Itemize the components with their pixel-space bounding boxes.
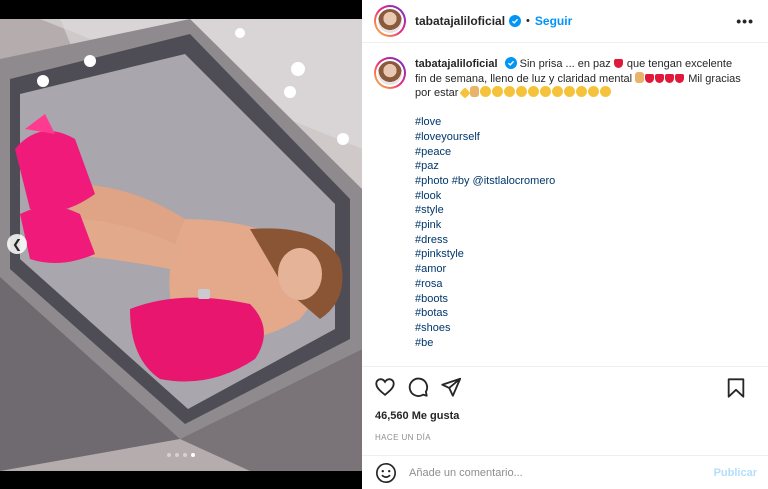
hashtag-link[interactable]: #boots: [415, 292, 745, 307]
post-timestamp: HACE UN DÍA: [375, 433, 431, 442]
verified-badge-icon: [504, 57, 517, 69]
emoji-icon: [376, 462, 396, 483]
kiss-emoji-icon: [564, 86, 576, 98]
hashtag-link[interactable]: #peace: [415, 145, 745, 160]
header-separator: •: [526, 15, 530, 27]
save-button[interactable]: [725, 377, 747, 399]
emoji-button[interactable]: [375, 462, 397, 484]
carousel-dot-active: [191, 453, 195, 457]
hashtag-link[interactable]: #be: [415, 336, 745, 351]
publish-button[interactable]: Publicar: [714, 467, 757, 479]
post-media: ❮: [0, 0, 362, 489]
hashtag-link[interactable]: #photo: [415, 175, 449, 187]
caption-row: tabatajalilоficial Sin prisa ... en paz …: [374, 57, 756, 350]
hashtag-link[interactable]: #love: [415, 115, 745, 130]
more-options-icon[interactable]: •••: [736, 13, 754, 29]
caption-text: tabatajalilоficial Sin prisa ... en paz …: [415, 57, 745, 350]
heart-icon: [375, 378, 395, 396]
heart-emoji-icon: [645, 73, 655, 83]
add-comment-bar: Publicar: [362, 455, 768, 489]
hashtag-link[interactable]: #style: [415, 203, 745, 218]
photo-credit-line: #photo #by @itstlalocromero: [415, 174, 745, 189]
hashtag-list: #love #loveyourself #peace #paz #photo #…: [415, 115, 745, 350]
hashtag-link[interactable]: #by: [452, 175, 470, 187]
post-photo[interactable]: [0, 19, 362, 471]
comment-icon: [408, 377, 429, 397]
hashtag-link[interactable]: #look: [415, 189, 745, 204]
like-button[interactable]: [374, 376, 396, 398]
heart-emoji-icon: [613, 59, 623, 68]
hashtag-link[interactable]: #shoes: [415, 321, 745, 336]
heart-emoji-icon: [665, 73, 675, 83]
hashtag-link[interactable]: #loveyourself: [415, 130, 745, 145]
bookmark-icon: [727, 378, 745, 398]
post-actions: [362, 366, 768, 407]
mention-link[interactable]: @itstlalocromero: [473, 175, 556, 187]
heart-emoji-icon: [675, 73, 685, 83]
follow-button[interactable]: Seguir: [535, 14, 572, 28]
author-avatar[interactable]: [374, 5, 406, 37]
hashtag-link[interactable]: #paz: [415, 159, 745, 174]
caption-part-1: Sin prisa ... en paz: [519, 58, 611, 70]
kiss-emoji-icon: [504, 86, 516, 98]
carousel-dot: [183, 453, 187, 457]
hashtag-link[interactable]: #pinkstyle: [415, 247, 745, 262]
kiss-emoji-icon: [600, 86, 612, 98]
hashtag-link[interactable]: #rosa: [415, 277, 745, 292]
kiss-emoji-icon: [576, 86, 588, 98]
carousel-dots: [0, 453, 362, 457]
hashtag-link[interactable]: #dress: [415, 233, 745, 248]
kiss-emoji-icon: [588, 86, 600, 98]
photo-image: [0, 19, 362, 471]
carousel-dot: [167, 453, 171, 457]
kiss-emoji-icon: [516, 86, 528, 98]
author-username[interactable]: tabatajalilоficial: [415, 14, 505, 28]
hashtag-link[interactable]: #amor: [415, 262, 745, 277]
pray-emoji-icon: [470, 86, 480, 98]
post-modal: ❮ tabatajalilоficial • Seguir ••• tabata…: [0, 0, 768, 489]
post-header: tabatajalilоficial • Seguir •••: [362, 0, 768, 43]
kiss-emoji-icon: [492, 86, 504, 98]
kiss-emoji-icon: [540, 86, 552, 98]
carousel-dot: [175, 453, 179, 457]
likes-count[interactable]: 46,560 Me gusta: [362, 407, 768, 427]
post-sidebar: tabatajalilоficial • Seguir ••• tabataja…: [362, 0, 768, 489]
caption-username[interactable]: tabatajalilоficial: [415, 58, 498, 70]
kiss-emoji-icon: [528, 86, 540, 98]
share-button[interactable]: [440, 376, 462, 398]
pray-emoji-icon: [635, 71, 645, 83]
kiss-emoji-icon: [480, 86, 492, 98]
verified-badge-icon: [509, 15, 522, 27]
heart-emoji-icon: [655, 73, 665, 83]
comment-button[interactable]: [407, 376, 429, 398]
caption-avatar[interactable]: [374, 57, 406, 89]
hashtag-link[interactable]: #pink: [415, 218, 745, 233]
hashtag-link[interactable]: #botas: [415, 306, 745, 321]
sparkles-emoji-icon: [459, 87, 472, 100]
chevron-left-icon: ❮: [11, 237, 23, 251]
kiss-emoji-icon: [552, 86, 564, 98]
carousel-prev-button[interactable]: ❮: [7, 234, 27, 254]
share-icon: [441, 377, 462, 397]
comments-area: tabatajalilоficial Sin prisa ... en paz …: [362, 43, 768, 366]
comment-input[interactable]: [409, 466, 709, 479]
